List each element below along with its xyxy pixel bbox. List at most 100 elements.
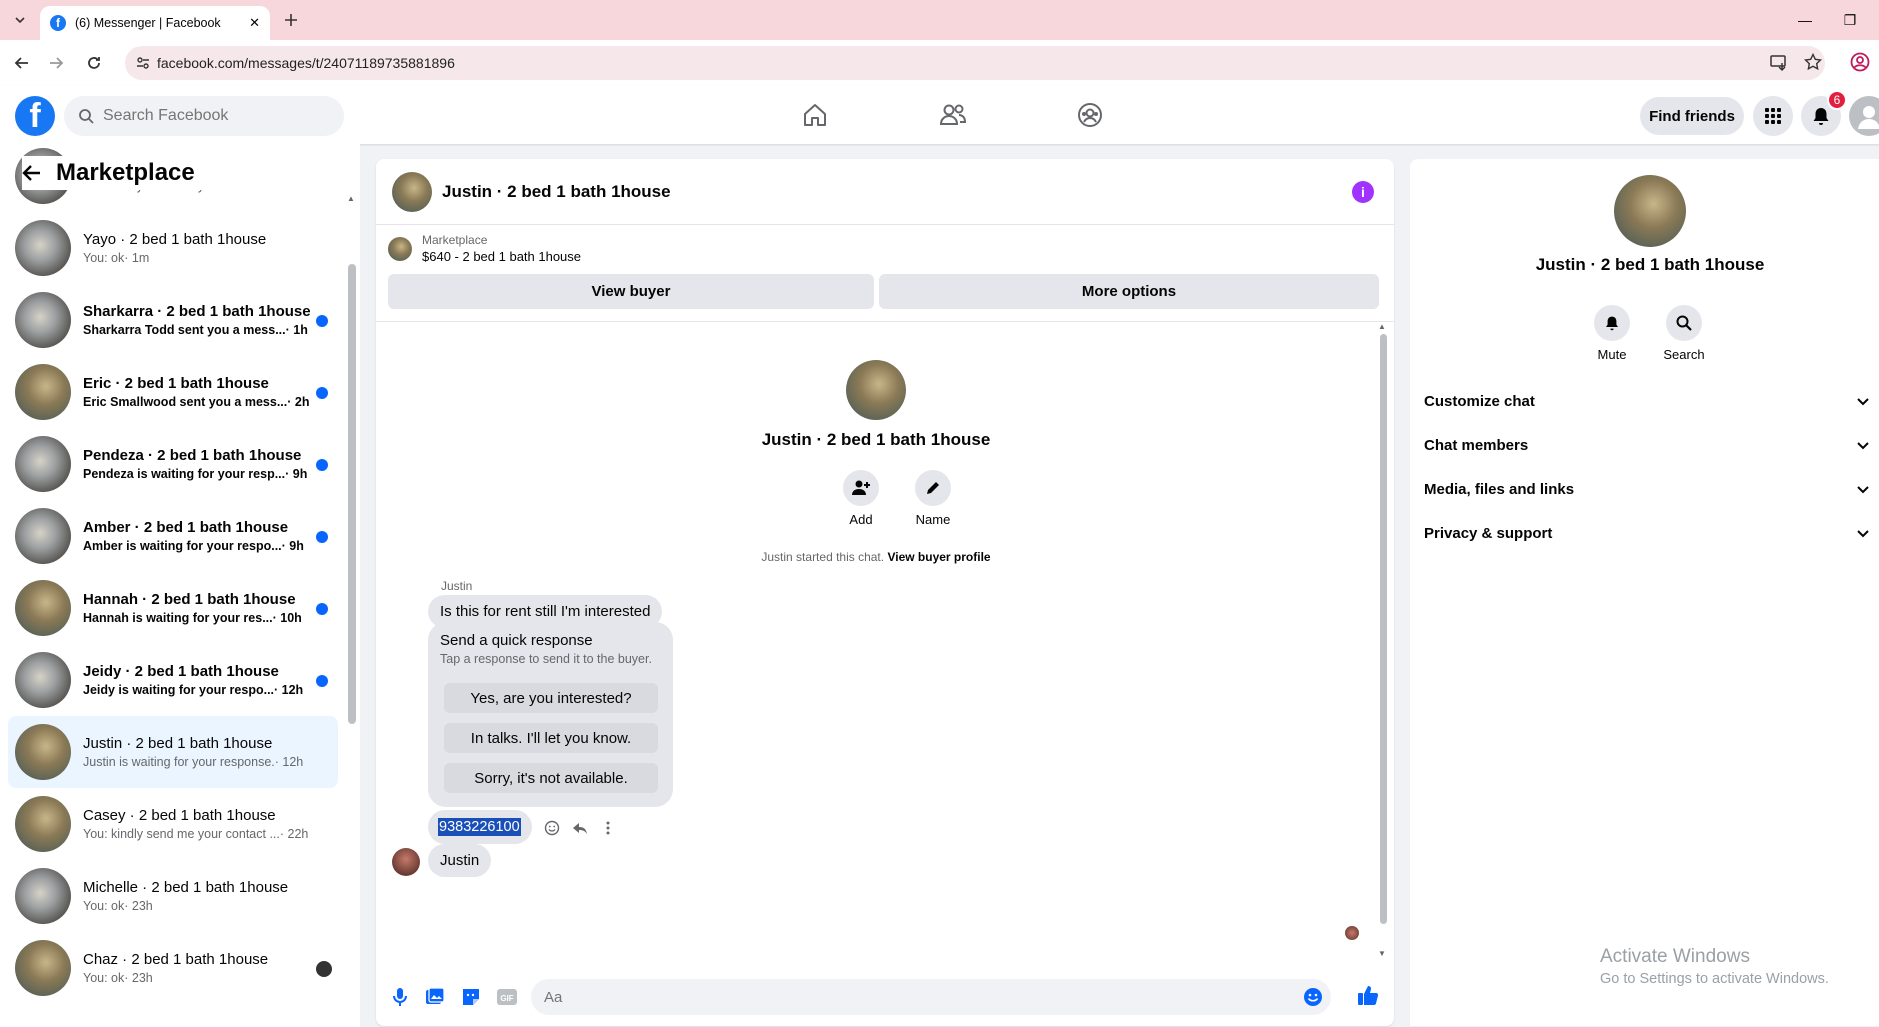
profile-icon[interactable] xyxy=(1850,52,1870,72)
minimize-icon[interactable]: — xyxy=(1785,8,1825,32)
conversation-item[interactable]: Amber · 2 bed 1 bath 1house Amber is wait… xyxy=(8,500,338,572)
scroll-up-arrow-icon[interactable]: ▲ xyxy=(347,194,355,203)
address-bar[interactable]: facebook.com/messages/t/2407118973588189… xyxy=(125,46,1825,80)
search-in-chat-button[interactable]: Search xyxy=(1654,305,1714,362)
reply-icon[interactable] xyxy=(570,818,590,838)
tab-close-icon[interactable]: ✕ xyxy=(249,15,260,31)
conversation-item[interactable]: Pendeza · 2 bed 1 bath 1house Pendeza is … xyxy=(8,428,338,500)
quick-response-talks[interactable]: In talks. I'll let you know. xyxy=(444,723,658,753)
new-tab-icon[interactable] xyxy=(280,9,302,31)
more-options-button[interactable]: More options xyxy=(879,274,1379,309)
thumbs-up-icon[interactable] xyxy=(1356,983,1380,1007)
thread-scroll-down-icon[interactable]: ▼ xyxy=(1378,949,1386,958)
phone-number-selected[interactable]: 9383226100 xyxy=(438,818,521,836)
tab-title: (6) Messenger | Facebook xyxy=(75,16,221,30)
reload-icon[interactable] xyxy=(82,51,106,75)
conversation-item[interactable]: Sharkarra · 2 bed 1 bath 1house Sharkarra… xyxy=(8,284,338,356)
conversation-name: Casey · 2 bed 1 bath 1house xyxy=(83,807,276,824)
conversation-preview-line: Pendeza is waiting for your resp...· 9h xyxy=(83,467,323,481)
conversation-item[interactable]: Eric · 2 bed 1 bath 1house Eric Smallwood… xyxy=(8,356,338,428)
thread-scroll-up-icon[interactable]: ▲ xyxy=(1378,322,1386,331)
conversation-name: Chaz · 2 bed 1 bath 1house xyxy=(83,951,269,968)
unread-dot-icon xyxy=(316,387,328,399)
conversation-item[interactable]: Justin · 2 bed 1 bath 1house Justin is wa… xyxy=(8,716,338,788)
microphone-icon[interactable] xyxy=(388,985,412,1009)
quick-response-unavailable[interactable]: Sorry, it's not available. xyxy=(444,763,658,793)
name-chat-button[interactable]: Name xyxy=(903,470,963,527)
phone-message-bubble[interactable]: 9383226100 xyxy=(428,810,532,844)
photo-attach-icon[interactable] xyxy=(423,985,447,1009)
privacy-support-section[interactable]: Privacy & support xyxy=(1424,513,1874,553)
conversation-name: Justin · 2 bed 1 bath 1house xyxy=(83,735,273,752)
conversation-preview-line: Justin is waiting for your response.· 12… xyxy=(83,755,323,769)
conversation-item[interactable]: Yayo · 2 bed 1 bath 1house You: ok· 1m xyxy=(8,212,338,284)
sidebar-scrollbar[interactable] xyxy=(348,264,356,724)
add-people-button[interactable]: Add xyxy=(831,470,891,527)
bell-icon xyxy=(1594,305,1630,341)
message-bubble-justin[interactable]: Justin xyxy=(428,844,492,877)
listing-title[interactable]: $640 - 2 bed 1 bath 1house xyxy=(422,249,581,264)
conversation-time: · 1h xyxy=(285,323,308,337)
install-app-icon[interactable] xyxy=(1770,54,1788,72)
restore-icon[interactable]: ❐ xyxy=(1830,8,1870,32)
search-icon xyxy=(79,109,94,124)
details-avatar[interactable] xyxy=(1614,175,1686,247)
conversation-name: Sharkarra · 2 bed 1 bath 1house xyxy=(83,303,311,320)
view-buyer-profile-link[interactable]: View buyer profile xyxy=(887,550,990,564)
chat-members-section[interactable]: Chat members xyxy=(1424,425,1874,465)
buyer-avatar[interactable] xyxy=(846,360,906,420)
mute-button[interactable]: Mute xyxy=(1582,305,1642,362)
back-icon[interactable] xyxy=(10,51,34,75)
conversation-preview: You: ok xyxy=(83,971,125,985)
media-files-section[interactable]: Media, files and links xyxy=(1424,469,1874,509)
info-icon[interactable]: i xyxy=(1352,181,1374,203)
groups-icon[interactable] xyxy=(1075,100,1105,130)
react-emoji-icon[interactable] xyxy=(542,818,562,838)
facebook-logo-icon[interactable]: f xyxy=(15,96,55,136)
conversation-avatar xyxy=(15,724,71,780)
customize-chat-section[interactable]: Customize chat xyxy=(1424,381,1874,421)
forward-icon[interactable] xyxy=(44,51,68,75)
unread-dot-icon xyxy=(316,531,328,543)
conversation-name: Yayo · 2 bed 1 bath 1house xyxy=(83,231,267,248)
notifications-bell-icon[interactable]: 6 xyxy=(1801,90,1847,136)
chat-title[interactable]: Justin · 2 bed 1 bath 1house xyxy=(442,182,671,202)
facebook-search[interactable] xyxy=(64,96,344,136)
tab-search-chevron-icon[interactable] xyxy=(9,9,31,31)
thread-scrollbar[interactable] xyxy=(1380,334,1387,924)
started-text: Justin started this chat. xyxy=(761,550,885,564)
find-friends-button[interactable]: Find friends xyxy=(1640,97,1744,135)
sticker-icon[interactable] xyxy=(459,985,483,1009)
sender-avatar[interactable] xyxy=(392,848,420,876)
friends-icon[interactable] xyxy=(938,100,968,130)
chat-avatar[interactable] xyxy=(392,171,432,212)
conversation-text: Jeidy · 2 bed 1 bath 1house Jeidy is wait… xyxy=(83,663,323,697)
site-info-icon[interactable] xyxy=(136,56,150,70)
conversation-preview-line: Jeidy is waiting for your respo...· 12h xyxy=(83,683,323,697)
conversation-item[interactable]: Chaz · 2 bed 1 bath 1house You: ok· 23h xyxy=(8,932,338,1004)
bookmark-star-icon[interactable] xyxy=(1804,53,1822,71)
conversation-item[interactable]: Michelle · 2 bed 1 bath 1house You: ok· 2… xyxy=(8,860,338,932)
home-icon[interactable] xyxy=(800,100,830,130)
quick-response-subtitle: Tap a response to send it to the buyer. xyxy=(440,652,652,666)
conversation-name: Pendeza · 2 bed 1 bath 1house xyxy=(83,447,302,464)
notification-badge: 6 xyxy=(1827,90,1847,110)
conversation-text: Justin · 2 bed 1 bath 1house Justin is wa… xyxy=(83,735,323,769)
conversation-item[interactable]: Hannah · 2 bed 1 bath 1house Hannah is wa… xyxy=(8,572,338,644)
message-input[interactable] xyxy=(544,988,1244,1006)
unread-dot-icon xyxy=(316,459,328,471)
gif-icon[interactable]: GIF xyxy=(495,985,519,1009)
view-buyer-button[interactable]: View buyer xyxy=(388,274,874,309)
back-arrow-icon[interactable] xyxy=(22,163,42,183)
conversation-item[interactable]: Jeidy · 2 bed 1 bath 1house Jeidy is wait… xyxy=(8,644,338,716)
quick-response-yes[interactable]: Yes, are you interested? xyxy=(444,683,658,713)
menu-grid-icon[interactable] xyxy=(1753,96,1793,136)
more-actions-icon[interactable] xyxy=(598,818,618,838)
facebook-favicon-icon: f xyxy=(50,15,66,31)
account-avatar[interactable] xyxy=(1849,96,1879,136)
emoji-picker-icon[interactable] xyxy=(1303,987,1323,1007)
browser-tab[interactable]: f (6) Messenger | Facebook ✕ xyxy=(40,6,270,40)
search-input[interactable] xyxy=(103,107,323,125)
conversation-item[interactable]: Casey · 2 bed 1 bath 1house You: kindly s… xyxy=(8,788,338,860)
browser-toolbar: facebook.com/messages/t/2407118973588189… xyxy=(0,40,1879,86)
